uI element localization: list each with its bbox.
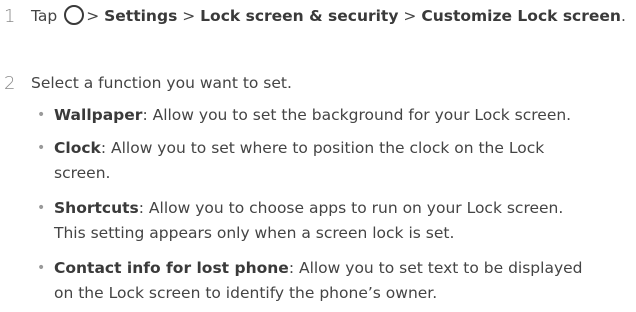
step-number: 1 bbox=[4, 6, 16, 27]
sentence-end: . bbox=[620, 7, 626, 25]
description-continued: This setting appears only when a screen … bbox=[54, 224, 455, 242]
description: : Allow you to set where to position the… bbox=[100, 139, 545, 157]
instructions-page: 1 Tap > Settings > Lock screen & securit… bbox=[0, 0, 636, 312]
description: : Allow you to set text to be displayed bbox=[288, 259, 583, 277]
bullet-icon: • bbox=[37, 140, 46, 156]
path-separator: > bbox=[403, 7, 417, 25]
path-lock-screen-security: Lock screen & security bbox=[200, 7, 399, 25]
tap-label: Tap bbox=[31, 7, 58, 25]
path-settings: Settings bbox=[104, 7, 178, 25]
path-separator: > bbox=[182, 7, 196, 25]
step-number: 2 bbox=[4, 73, 16, 94]
description-continued: screen. bbox=[54, 164, 111, 182]
home-button-icon bbox=[64, 5, 85, 25]
bullet-icon: • bbox=[37, 260, 46, 276]
term-wallpaper: Wallpaper bbox=[54, 106, 143, 124]
step-2-text: Select a function you want to set. bbox=[31, 74, 292, 92]
bullet-icon: • bbox=[37, 200, 46, 216]
term-clock: Clock bbox=[54, 139, 101, 157]
term-contact-info: Contact info for lost phone bbox=[54, 259, 289, 277]
term-shortcuts: Shortcuts bbox=[54, 199, 139, 217]
bullet-icon: • bbox=[37, 107, 46, 123]
description: : Allow you to choose apps to run on you… bbox=[138, 199, 564, 217]
description: : Allow you to set the background for yo… bbox=[142, 106, 572, 124]
path-separator: > bbox=[86, 7, 100, 25]
path-customize-lock-screen: Customize Lock screen bbox=[421, 7, 621, 25]
step-1-text: Tap > Settings > Lock screen & security … bbox=[31, 4, 631, 29]
description-continued: on the Lock screen to identify the phone… bbox=[54, 284, 438, 302]
